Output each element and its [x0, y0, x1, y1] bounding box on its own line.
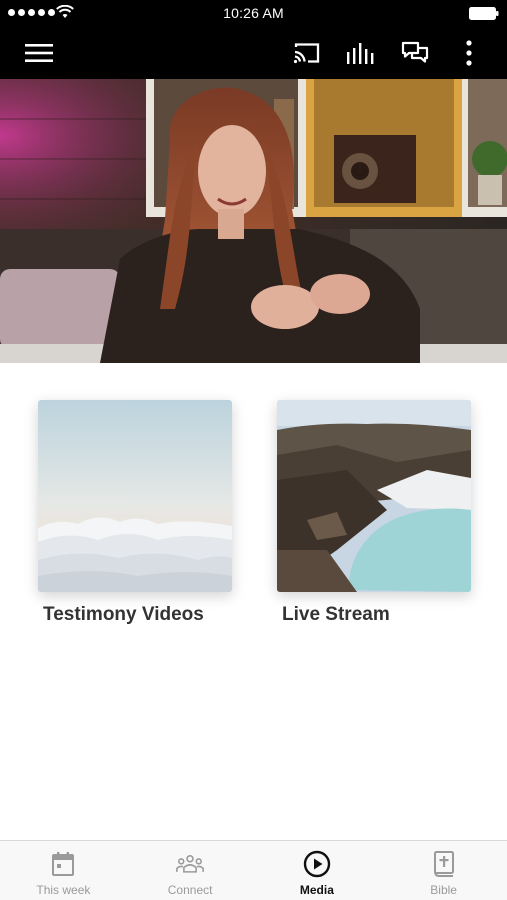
play-circle-icon [303, 850, 331, 878]
media-thumbnail [38, 400, 232, 592]
tab-label: This week [36, 883, 91, 897]
chat-icon [401, 41, 429, 63]
battery-icon [469, 7, 499, 20]
tab-media[interactable]: Media [254, 841, 381, 900]
cast-icon [293, 43, 320, 64]
audio-bars-icon [347, 43, 374, 64]
calendar-icon [52, 852, 75, 876]
tab-this-week[interactable]: This week [0, 841, 127, 900]
hero-banner[interactable] [0, 79, 507, 363]
tab-bible[interactable]: Bible [380, 841, 507, 900]
tab-label: Connect [167, 883, 213, 897]
chat-button[interactable] [400, 38, 430, 68]
status-bar: 10:26 AM [0, 0, 507, 26]
tab-label: Media [299, 883, 334, 897]
group-icon [176, 854, 205, 873]
crater-lake-photo [277, 400, 471, 592]
cast-button[interactable] [292, 38, 322, 68]
tab-connect[interactable]: Connect [127, 841, 254, 900]
status-time: 10:26 AM [223, 5, 284, 21]
tab-label: Bible [430, 883, 457, 897]
media-tile-testimony-videos[interactable]: Testimony Videos [38, 400, 232, 626]
media-tile-live-stream[interactable]: Live Stream [277, 400, 471, 626]
bottom-tab-bar: This week Connect Media Bible [0, 840, 507, 900]
audio-button[interactable] [346, 38, 376, 68]
media-tile-label: Testimony Videos [43, 604, 204, 625]
more-vertical-icon [466, 40, 472, 66]
more-options-button[interactable] [454, 38, 484, 68]
bible-icon [433, 851, 454, 877]
media-thumbnail [277, 400, 471, 592]
menu-button[interactable] [24, 38, 54, 68]
woman-speaking-photo [0, 79, 507, 363]
media-tile-label: Live Stream [282, 604, 390, 625]
clouds-photo [38, 400, 232, 592]
menu-icon [25, 44, 53, 62]
app-bar [0, 26, 507, 79]
